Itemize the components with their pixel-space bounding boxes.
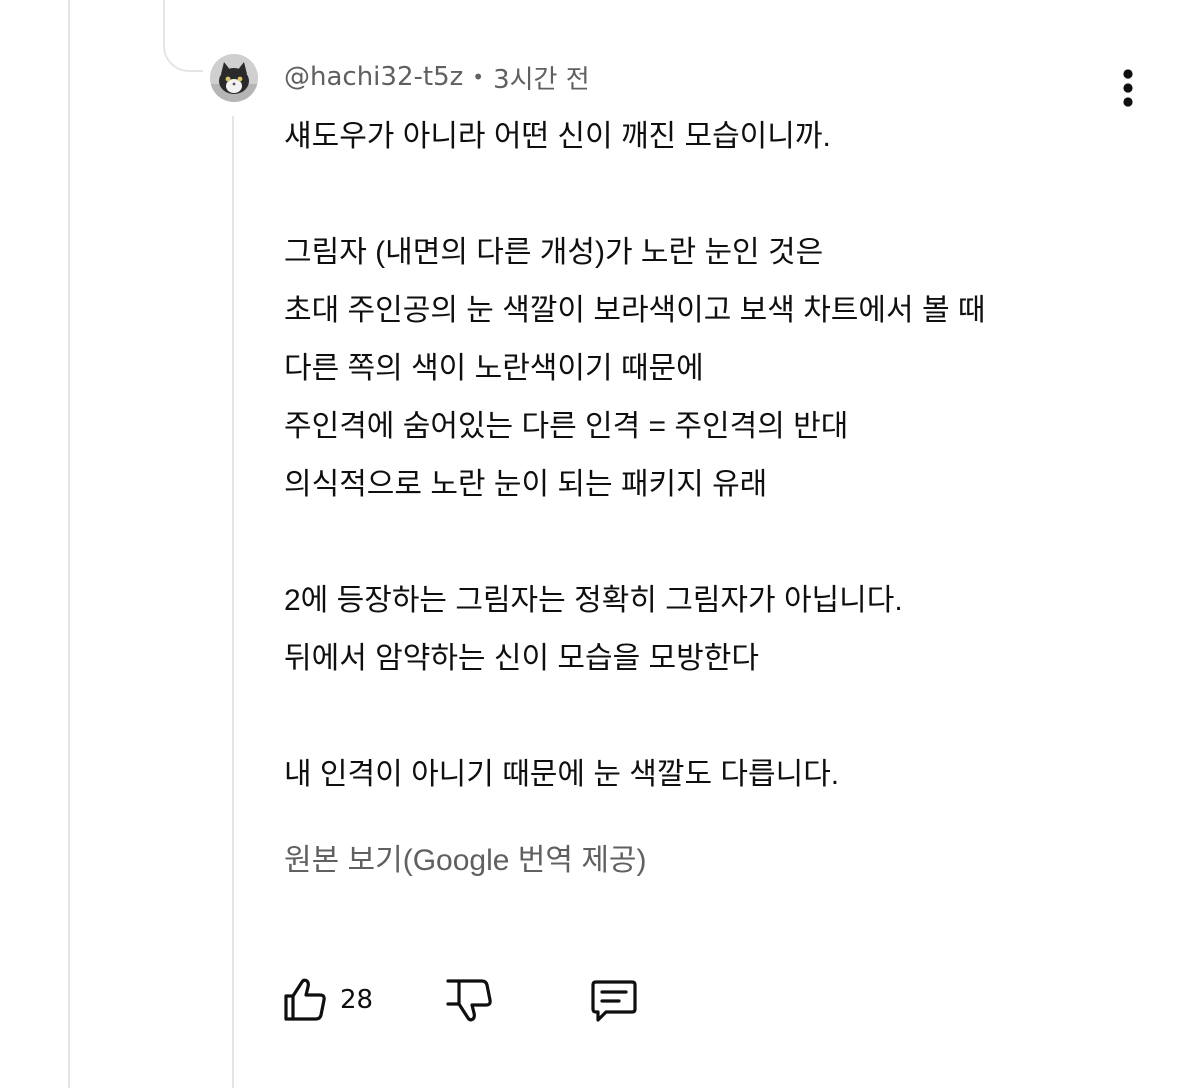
comment-timestamp[interactable]: 3시간 전 — [493, 59, 590, 96]
avatar[interactable] — [210, 54, 258, 102]
comment-line: 주인격에 숨어있는 다른 인격 = 주인격의 반대 — [284, 410, 849, 443]
meta-separator: • — [472, 65, 485, 89]
comment-line: 뒤에서 암약하는 신이 모습을 모방한다 — [284, 642, 759, 675]
comment-line-blank — [284, 688, 1164, 746]
kebab-menu-icon — [1123, 69, 1133, 107]
see-original-link[interactable]: 원본 보기(Google 번역 제공) — [284, 836, 647, 886]
comment-header: @hachi32-t5z • 3시간 전 — [284, 58, 590, 96]
comment-line: 다른 쪽의 색이 노란색이기 때문에 — [284, 352, 704, 385]
dislike-button[interactable] — [442, 976, 492, 1026]
like-button[interactable] — [280, 974, 330, 1024]
reply-comment-icon — [591, 980, 637, 1022]
avatar-cat-image — [210, 54, 258, 102]
comment-line: 초대 주인공의 눈 색깔이 보라색이고 보색 차트에서 볼 때 — [284, 294, 986, 327]
comment-line: 내 인격이 아니기 때문에 눈 색깔도 다릅니다. — [284, 758, 840, 791]
reply-thread-curve — [163, 0, 203, 72]
more-actions-button[interactable] — [1108, 64, 1148, 114]
thumbs-up-icon — [284, 978, 326, 1021]
thread-connector-line — [68, 0, 70, 1088]
comment-text: 섀도우가 아니라 어떤 신이 깨진 모습이니까. 그림자 (내면의 다른 개성)… — [284, 108, 1164, 804]
comment-line: 그림자 (내면의 다른 개성)가 노란 눈인 것은 — [284, 236, 824, 269]
like-count: 28 — [340, 985, 374, 1015]
reply-thread-line — [232, 116, 234, 1088]
comment-line: 의식적으로 노란 눈이 되는 패키지 유래 — [284, 468, 768, 501]
comment-line-blank — [284, 514, 1164, 572]
thumbs-down-icon — [446, 979, 492, 1022]
comment-line: 섀도우가 아니라 어떤 신이 깨진 모습이니까. — [284, 120, 831, 153]
reply-button[interactable] — [588, 974, 640, 1026]
comment-line: 2에 등장하는 그림자는 정확히 그림자가 아닙니다. — [284, 584, 903, 617]
author-handle[interactable]: @hachi32-t5z — [284, 62, 463, 92]
comment-line-blank — [284, 166, 1164, 224]
